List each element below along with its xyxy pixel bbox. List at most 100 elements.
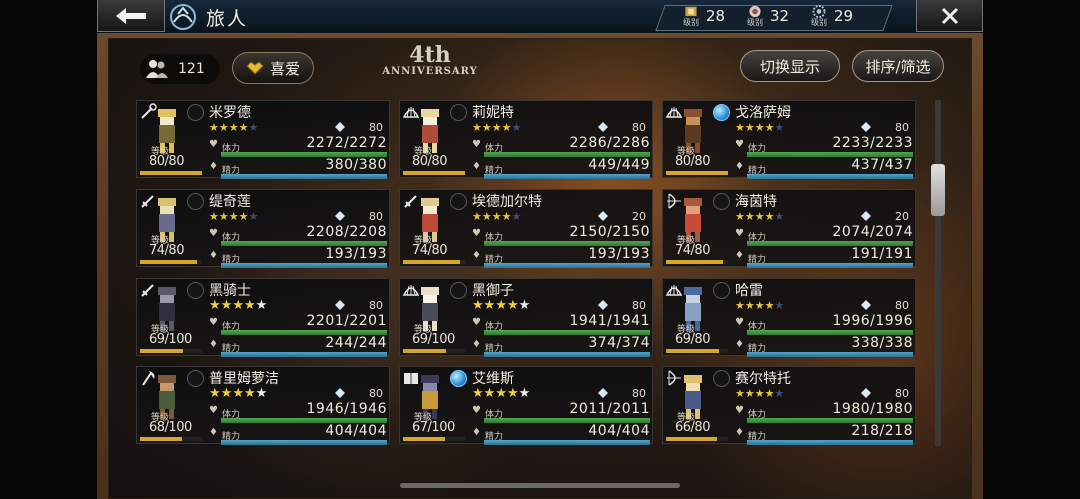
traveler-card[interactable]: 等级 80/80 戈洛萨姆 ★ ★ ★ ★ ★ 80 ♥ 体力 2233/2233 ♦ 精力 437/437	[662, 100, 916, 179]
rarity-star-icon: ★	[495, 298, 507, 313]
traveler-count: 121	[140, 54, 220, 84]
character-name: 哈雷	[735, 283, 763, 299]
traveler-card[interactable]: 等级 68/100 普里姆萝洁 ★ ★ ★ ★ ★ 80 ♥ 体力 1946/1946 ♦ 精力 404/4…	[136, 366, 390, 445]
max-level: 80	[895, 387, 909, 400]
rarity-star-icon: ★	[764, 387, 775, 400]
rarity-star-icon: ★	[248, 121, 259, 134]
traveler-card[interactable]: 等级 67/100 艾维斯 ★ ★ ★ ★ ★ 80 ♥ 体力 2011/2011 ♦ 精力 404/404	[399, 366, 653, 445]
level-bar	[140, 171, 202, 175]
level-value: 69/100	[149, 332, 192, 347]
sp-stat: ♦ 精力 404/404	[472, 423, 650, 445]
rarity-star-icon: ★	[506, 386, 519, 401]
crystal-icon	[861, 122, 871, 132]
rarity-star-icon: ★	[735, 121, 745, 134]
rarity-star-icon: ★	[518, 298, 531, 313]
sp-bar	[484, 263, 650, 268]
sort-filter-button[interactable]: 排序/筛选	[852, 50, 944, 82]
hp-value: 2208/2208	[306, 224, 387, 240]
max-level: 20	[895, 210, 909, 223]
favorite-button[interactable]: 喜爱	[232, 52, 314, 84]
crystal-icon	[861, 388, 871, 398]
back-button[interactable]	[97, 0, 165, 32]
sp-stat: ♦ 精力 193/193	[472, 246, 650, 268]
rank-mage: 级别 32	[747, 5, 790, 27]
level-value: 69/100	[412, 332, 455, 347]
rarity-star-icon: ★	[735, 299, 745, 312]
sp-stat: ♦ 精力 244/244	[209, 335, 387, 357]
level-bar	[140, 260, 202, 264]
rarity-stars: ★ ★ ★ ★ ★	[472, 387, 530, 401]
level-bar	[140, 437, 202, 441]
vertical-scrollbar[interactable]	[935, 100, 941, 446]
level-bar	[140, 349, 202, 353]
hp-value: 2150/2150	[569, 224, 650, 240]
toggle-view-button[interactable]: 切换显示	[740, 50, 840, 82]
traveler-card[interactable]: 等级 74/80 埃德加尔特 ★ ★ ★ ★ ★ 20 ♥ 体力 2150/2150 ♦ 精力 193/19…	[399, 189, 653, 268]
rarity-star-icon: ★	[209, 121, 219, 134]
scrollbar-thumb[interactable]	[931, 164, 945, 216]
rarity-star-icon: ★	[209, 210, 219, 223]
rarity-star-icon: ★	[744, 121, 755, 134]
traveler-emblem-icon	[170, 4, 196, 30]
traveler-card[interactable]: 等级 69/100 黑御子 ★ ★ ★ ★ ★ 80 ♥ 体力 1941/1941 ♦ 精力 374/374	[399, 278, 653, 357]
hp-stat: ♥ 体力 2074/2074	[735, 224, 913, 246]
rarity-star-icon: ★	[248, 210, 259, 223]
rarity-star-icon: ★	[209, 386, 221, 401]
rarity-star-icon: ★	[491, 210, 502, 223]
drop-icon: ♦	[735, 339, 744, 350]
rarity-star-icon: ★	[764, 299, 775, 312]
left-letterbox	[0, 0, 97, 499]
rarity-star-icon: ★	[518, 386, 531, 401]
hp-stat: ♥ 体力 1980/1980	[735, 401, 913, 423]
level-bar	[403, 171, 465, 175]
element-orb-icon	[450, 193, 467, 210]
crystal-icon	[861, 211, 871, 221]
traveler-card[interactable]: 等级 69/100 黑骑士 ★ ★ ★ ★ ★ 80 ♥ 体力 2201/2201 ♦ 精力 244/244	[136, 278, 390, 357]
drop-icon: ♦	[209, 161, 218, 172]
rarity-star-icon: ★	[218, 210, 229, 223]
close-button[interactable]	[916, 0, 983, 32]
level-bar	[666, 437, 728, 441]
rarity-star-icon: ★	[218, 121, 229, 134]
rarity-star-icon: ★	[243, 386, 256, 401]
hp-value: 1980/1980	[832, 401, 913, 417]
rarity-star-icon: ★	[483, 298, 496, 313]
sp-stat: ♦ 精力 193/193	[209, 246, 387, 268]
element-orb-icon	[187, 193, 204, 210]
heart-icon: ♥	[472, 317, 481, 328]
rarity-star-icon: ★	[483, 386, 496, 401]
heart-icon: ♥	[735, 317, 744, 328]
rarity-star-icon: ★	[255, 386, 268, 401]
drop-icon: ♦	[735, 161, 744, 172]
character-name: 埃德加尔特	[472, 194, 542, 210]
traveler-card[interactable]: 等级 80/80 米罗德 ★ ★ ★ ★ ★ 80 ♥ 体力 2272/2272 ♦ 精力 380/380	[136, 100, 390, 179]
game-screen: 旅人 级别 28 级别 32 级别 29 121 喜爱 4th ANNIVERS…	[0, 0, 1080, 499]
traveler-card[interactable]: 等级 80/80 莉妮特 ★ ★ ★ ★ ★ 80 ♥ 体力 2286/2286 ♦ 精力 449/449	[399, 100, 653, 179]
rarity-star-icon: ★	[764, 210, 775, 223]
hp-stat: ♥ 体力 2208/2208	[209, 224, 387, 246]
hp-stat: ♥ 体力 2272/2272	[209, 135, 387, 157]
max-level: 80	[369, 210, 383, 223]
rarity-star-icon: ★	[238, 121, 249, 134]
sp-value: 404/404	[325, 423, 387, 439]
rarity-star-icon: ★	[744, 299, 755, 312]
sp-bar	[221, 352, 387, 357]
rarity-star-icon: ★	[501, 121, 512, 134]
rank-cog: 级别 29	[811, 5, 854, 27]
element-orb-icon	[450, 370, 467, 387]
rarity-star-icon: ★	[754, 387, 765, 400]
rarity-star-icon: ★	[232, 298, 244, 313]
traveler-card[interactable]: 等级 74/80 海茵特 ★ ★ ★ ★ ★ 20 ♥ 体力 2074/2074 ♦ 精力 191/191	[662, 189, 916, 268]
traveler-card[interactable]: 等级 74/80 缇奇莲 ★ ★ ★ ★ ★ 80 ♥ 体力 2208/2208 ♦ 精力 193/193	[136, 189, 390, 268]
rarity-stars: ★ ★ ★ ★ ★	[209, 210, 258, 224]
close-icon	[941, 7, 958, 24]
traveler-card[interactable]: 等级 66/80 赛尔特托 ★ ★ ★ ★ ★ 80 ♥ 体力 1980/1980 ♦ 精力 218/218	[662, 366, 916, 445]
element-orb-icon	[713, 193, 730, 210]
traveler-card[interactable]: 等级 69/80 哈雷 ★ ★ ★ ★ ★ 80 ♥ 体力 1996/1996 ♦ 精力 338/338	[662, 278, 916, 357]
rarity-stars: ★ ★ ★ ★ ★	[472, 121, 521, 135]
horizontal-scroll-indicator	[400, 483, 680, 488]
heart-badge-icon	[246, 61, 264, 75]
rarity-stars: ★ ★ ★ ★ ★	[472, 299, 530, 313]
sp-stat: ♦ 精力 191/191	[735, 246, 913, 268]
rarity-star-icon: ★	[774, 299, 785, 312]
